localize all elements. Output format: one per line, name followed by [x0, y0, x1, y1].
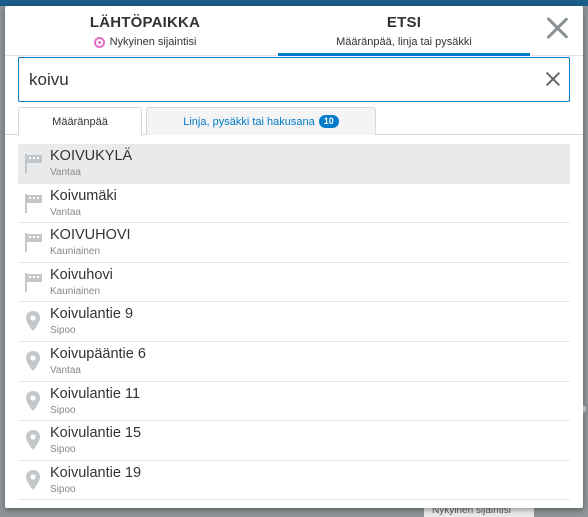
item-title: Koivumäki: [50, 187, 117, 204]
list-item[interactable]: Koivulantie 19 Sipoo: [18, 461, 570, 501]
item-subtitle: Sipoo: [50, 325, 76, 337]
area-icon: [23, 231, 43, 253]
tab-destination-label: Määränpää: [52, 116, 108, 128]
list-item[interactable]: Koivulantie 15 Sipoo: [18, 421, 570, 461]
item-title: Koivulantie 19: [50, 464, 142, 481]
item-title: KOIVUHOVI: [50, 227, 131, 244]
search-input[interactable]: [18, 57, 570, 102]
tab-destination[interactable]: Määränpää: [18, 107, 142, 136]
item-title: Koivulantie 9: [50, 306, 134, 323]
item-subtitle: Kauniainen: [50, 285, 101, 297]
origin-subtitle: Nykyinen sijaintisi: [109, 36, 197, 48]
item-title: Koivulantie 15: [50, 425, 142, 442]
location-pin-icon: [23, 390, 43, 412]
item-title: Koivuhovi: [50, 266, 113, 283]
list-item[interactable]: Koivumäki Vantaa: [18, 184, 570, 224]
item-title: KOIVUKYLÄ: [50, 148, 133, 164]
area-icon: [23, 152, 43, 174]
result-tabs: Määränpää Linja, pysäkki tai hakusana 10: [5, 107, 583, 136]
item-title: Koivulantie 11: [50, 385, 141, 402]
list-item[interactable]: Koivupääntie 6 Vantaa: [18, 342, 570, 382]
list-item[interactable]: KOIVUHOVI Kauniainen: [18, 223, 570, 263]
area-icon: [23, 271, 43, 293]
list-item[interactable]: Koivulantie 11 Sipoo: [18, 382, 570, 422]
item-subtitle: Vantaa: [50, 364, 81, 376]
location-pin-icon: [23, 429, 43, 451]
item-subtitle: Kauniainen: [50, 246, 101, 258]
search-title: ETSI: [386, 14, 422, 31]
location-pin-icon: [23, 469, 43, 491]
item-subtitle: Sipoo: [50, 483, 76, 495]
origin-subtitle-row: Nykyinen sijaintisi: [15, 36, 275, 48]
location-pin-icon: [23, 310, 43, 332]
search-panel: LÄHTÖPAIKKA Nykyinen sijaintisi ETSI Mää…: [5, 6, 583, 508]
results-list: KOIVUKYLÄ Vantaa Koivumäki Vantaa KOIVUHOVI K…: [18, 144, 570, 501]
tab-lines-stops[interactable]: Linja, pysäkki tai hakusana 10: [146, 107, 376, 135]
close-icon[interactable]: [545, 16, 569, 40]
list-item[interactable]: Koivulantie 9 Sipoo: [18, 302, 570, 342]
panel-header: LÄHTÖPAIKKA Nykyinen sijaintisi ETSI Mää…: [5, 6, 583, 56]
item-subtitle: Vantaa: [50, 206, 81, 218]
origin-title: LÄHTÖPAIKKA: [89, 14, 201, 31]
tab-lines-stops-label: Linja, pysäkki tai hakusana: [183, 116, 315, 128]
tab-origin[interactable]: LÄHTÖPAIKKA Nykyinen sijaintisi: [15, 6, 275, 56]
area-icon: [23, 192, 43, 214]
list-item[interactable]: Koivuhovi Kauniainen: [18, 263, 570, 303]
clear-search-icon[interactable]: [546, 72, 560, 86]
tab-search[interactable]: ETSI Määränpää, linja tai pysäkki: [278, 6, 530, 56]
search-subtitle: Määränpää, linja tai pysäkki: [336, 36, 472, 48]
item-subtitle: Vantaa: [50, 167, 81, 178]
list-item[interactable]: KOIVUKYLÄ Vantaa: [18, 144, 570, 184]
item-title: Koivupääntie 6: [50, 345, 146, 362]
item-subtitle: Sipoo: [50, 404, 76, 416]
current-location-icon: [93, 36, 105, 48]
search-field-wrapper: [18, 57, 570, 102]
location-pin-icon: [23, 350, 43, 372]
item-subtitle: Sipoo: [50, 444, 76, 456]
results-count-badge: 10: [318, 115, 339, 128]
